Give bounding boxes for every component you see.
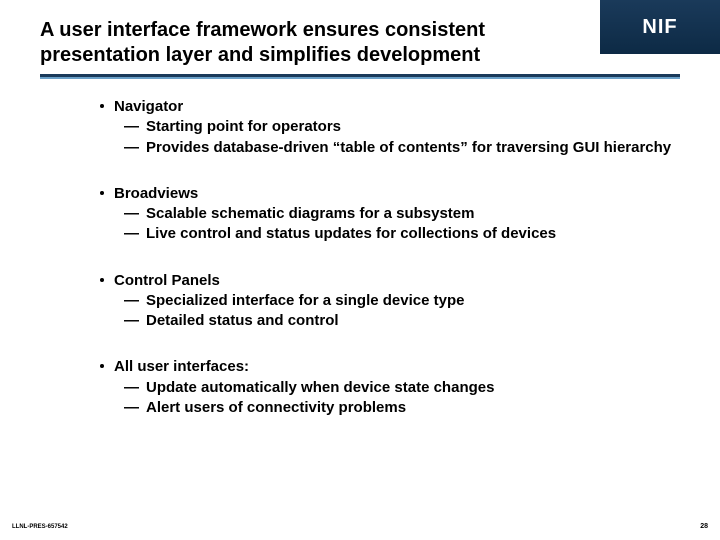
subbullet-text: Live control and status updates for coll… (146, 225, 556, 242)
bullet-label: All user interfaces: (114, 358, 249, 375)
subbullet-text: Detailed status and control (146, 312, 339, 329)
bullet-label: Control Panels (114, 272, 220, 289)
title-underline (40, 74, 680, 79)
bullet-broadviews: Broadviews —Scalable schematic diagrams … (100, 184, 680, 245)
slide-title: A user interface framework ensures consi… (40, 18, 540, 68)
nif-logo-text: NIF (642, 16, 677, 39)
bullet-label: Navigator (114, 98, 183, 115)
subbullet-text: Starting point for operators (146, 118, 341, 135)
subbullet-text: Scalable schematic diagrams for a subsys… (146, 205, 474, 222)
bullet-label: Broadviews (114, 185, 198, 202)
bullet-control-panels: Control Panels —Specialized interface fo… (100, 271, 680, 332)
subbullet-text: Specialized interface for a single devic… (146, 292, 464, 309)
slide-header: A user interface framework ensures consi… (0, 0, 720, 79)
subbullet-text: Alert users of connectivity problems (146, 399, 406, 416)
slide: A user interface framework ensures consi… (0, 0, 720, 540)
subbullet-text: Provides database-driven “table of conte… (146, 139, 671, 156)
slide-body: Navigator —Starting point for operators … (0, 79, 720, 418)
bullet-navigator: Navigator —Starting point for operators … (100, 97, 680, 158)
footer-page-number: 28 (700, 523, 708, 530)
subbullet-text: Update automatically when device state c… (146, 379, 494, 396)
footer-doc-id: LLNL-PRES-657542 (12, 524, 68, 530)
bullet-all-ui: All user interfaces: —Update automatical… (100, 357, 680, 418)
nif-logo: NIF (600, 0, 720, 54)
